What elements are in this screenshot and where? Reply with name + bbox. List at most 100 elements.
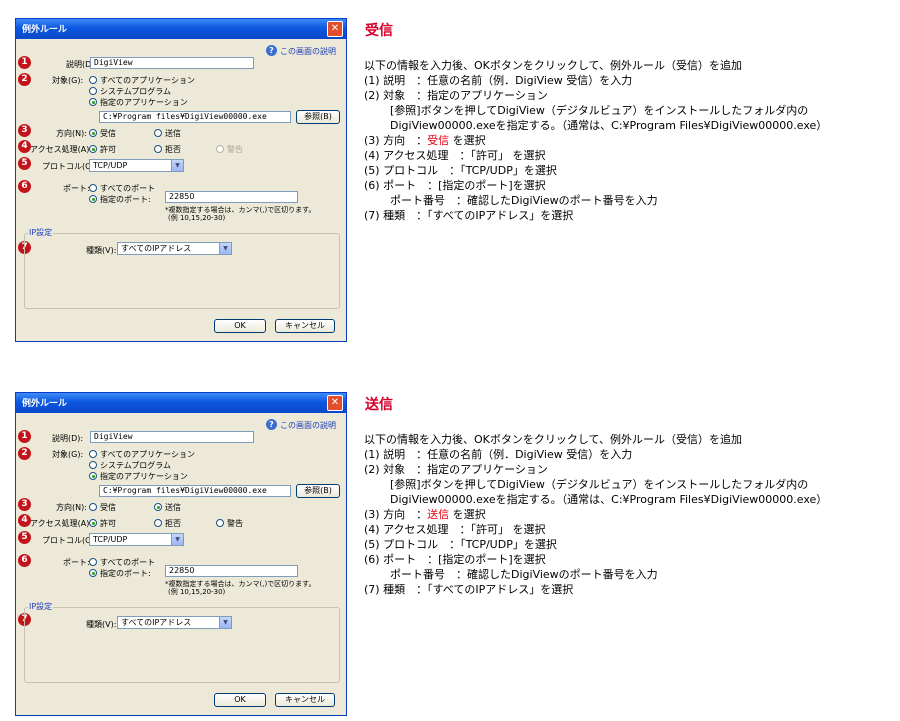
port-option-all: すべてのポート (100, 558, 156, 567)
target-label: 対象(G): (52, 450, 84, 459)
marker-1: 1 (18, 56, 31, 69)
help-icon[interactable]: ? (266, 419, 277, 430)
ip-group-title: IP設定 (28, 601, 54, 612)
ok-button[interactable]: OK (214, 693, 266, 707)
direction-radio-send[interactable] (154, 129, 162, 137)
instruction-6: (6) ポート ：[指定のポート]を選択 (364, 179, 546, 192)
target-option-specified: 指定のアプリケーション (100, 472, 188, 481)
close-icon[interactable]: ✕ (327, 21, 343, 37)
dialog-titlebar: 例外ルール ✕ (16, 19, 346, 39)
action-radio-warn[interactable] (216, 519, 224, 527)
port-label: ポート: (63, 558, 90, 567)
instruction-2: (2) 対象 ：指定のアプリケーション (364, 89, 548, 102)
protocol-value: TCP/UDP (93, 161, 128, 170)
help-link[interactable]: この画面の説明 (280, 46, 336, 57)
instruction-3-value: 受信 (427, 134, 450, 147)
instruction-3-suffix: を選択 (449, 134, 486, 147)
chevron-down-icon[interactable]: ▼ (219, 243, 231, 254)
help-link[interactable]: この画面の説明 (280, 420, 336, 431)
chevron-down-icon[interactable]: ▼ (171, 534, 183, 545)
port-radio-all[interactable] (89, 184, 97, 192)
ok-button[interactable]: OK (214, 319, 266, 333)
instructions-send: 以下の情報を入力後、OKボタンをクリックして、例外ルール（受信）を追加 (1) … (364, 432, 827, 597)
instruction-6a: ポート番号 ：確認したDigiViewのポート番号を入力 (390, 194, 658, 207)
action-label: アクセス処理(A): (30, 145, 93, 154)
instruction-3-prefix: (3) 方向 ： (364, 508, 428, 521)
close-icon[interactable]: ✕ (327, 395, 343, 411)
instruction-2b: DigiView00000.exeを指定する。（通常は、C:¥Program F… (390, 493, 828, 506)
chevron-down-icon[interactable]: ▼ (171, 160, 183, 171)
port-radio-all[interactable] (89, 558, 97, 566)
target-option-specified: 指定のアプリケーション (100, 98, 188, 107)
type-select[interactable]: すべてのIPアドレス ▼ (117, 616, 232, 629)
direction-option-send: 送信 (165, 129, 181, 138)
help-icon[interactable]: ? (266, 45, 277, 56)
action-radio-deny[interactable] (154, 145, 162, 153)
browse-button[interactable]: 参照(B) (296, 484, 340, 498)
exception-rule-dialog-receive: 例外ルール ✕ ? この画面の説明 1 2 3 4 5 6 7 説明(D): D… (15, 18, 347, 342)
browse-button[interactable]: 参照(B) (296, 110, 340, 124)
target-radio-system[interactable] (89, 461, 97, 469)
direction-radio-send[interactable] (154, 503, 162, 511)
target-radio-specified[interactable] (89, 472, 97, 480)
instruction-7: (7) 種類 ：「すべてのIPアドレス」を選択 (364, 209, 574, 222)
type-select[interactable]: すべてのIPアドレス ▼ (117, 242, 232, 255)
marker-3: 3 (18, 124, 31, 137)
target-label: 対象(G): (52, 76, 84, 85)
action-option-deny: 拒否 (165, 519, 181, 528)
description-input[interactable]: DigiView (90, 57, 254, 69)
target-radio-all[interactable] (89, 450, 97, 458)
dialog-title: 例外ルール (22, 399, 68, 409)
marker-2: 2 (18, 447, 31, 460)
protocol-value: TCP/UDP (93, 535, 128, 544)
direction-option-receive: 受信 (100, 503, 116, 512)
instruction-2: (2) 対象 ：指定のアプリケーション (364, 463, 548, 476)
target-radio-specified[interactable] (89, 98, 97, 106)
instruction-4: (4) アクセス処理 ：「許可」 を選択 (364, 149, 546, 162)
port-input[interactable]: 22850 (165, 565, 298, 577)
marker-1: 1 (18, 430, 31, 443)
port-input[interactable]: 22850 (165, 191, 298, 203)
target-option-all: すべてのアプリケーション (100, 450, 195, 459)
instruction-3-value: 送信 (427, 508, 450, 521)
cancel-button[interactable]: キャンセル (275, 693, 335, 707)
direction-option-receive: 受信 (100, 129, 116, 138)
port-label: ポート: (63, 184, 90, 193)
direction-label: 方向(N): (56, 129, 87, 138)
action-radio-deny[interactable] (154, 519, 162, 527)
chevron-down-icon[interactable]: ▼ (219, 617, 231, 628)
port-radio-specified[interactable] (89, 569, 97, 577)
instruction-5: (5) プロトコル ：「TCP/UDP」を選択 (364, 538, 557, 551)
direction-radio-receive[interactable] (89, 503, 97, 511)
action-option-warn: 警告 (227, 519, 243, 528)
direction-label: 方向(N): (56, 503, 87, 512)
target-radio-system[interactable] (89, 87, 97, 95)
ip-group-title: IP設定 (28, 227, 54, 238)
port-note-2: (例 10,15,20-30) (168, 214, 226, 222)
app-path-input[interactable]: C:¥Program files¥DigiView00000.exe (99, 111, 291, 123)
marker-5: 5 (18, 157, 31, 170)
marker-3: 3 (18, 498, 31, 511)
target-option-system: システムプログラム (100, 87, 172, 96)
target-radio-all[interactable] (89, 76, 97, 84)
cancel-button[interactable]: キャンセル (275, 319, 335, 333)
instruction-2a: [参照]ボタンを押してDigiView（デジタルビュア）をインストールしたフォル… (390, 104, 809, 117)
action-radio-allow[interactable] (89, 145, 97, 153)
marker-6: 6 (18, 180, 31, 193)
description-input[interactable]: DigiView (90, 431, 254, 443)
action-option-allow: 許可 (100, 145, 116, 154)
direction-radio-receive[interactable] (89, 129, 97, 137)
port-note-1: *複数指定する場合は、カンマ(,)で区切ります。 (165, 580, 316, 588)
protocol-select[interactable]: TCP/UDP ▼ (89, 159, 184, 172)
exception-rule-dialog-send: 例外ルール ✕ ? この画面の説明 1 2 3 4 5 6 7 説明(D): D… (15, 392, 347, 716)
description-label: 説明(D): (52, 434, 84, 443)
section-heading-send: 送信 (365, 397, 393, 413)
action-radio-allow[interactable] (89, 519, 97, 527)
action-radio-warn (216, 145, 224, 153)
port-radio-specified[interactable] (89, 195, 97, 203)
instruction-1: (1) 説明 ：任意の名前（例．DigiView 受信）を入力 (364, 448, 633, 461)
app-path-input[interactable]: C:¥Program files¥DigiView00000.exe (99, 485, 291, 497)
instruction-7: (7) 種類 ：「すべてのIPアドレス」を選択 (364, 583, 574, 596)
marker-5: 5 (18, 531, 31, 544)
protocol-select[interactable]: TCP/UDP ▼ (89, 533, 184, 546)
